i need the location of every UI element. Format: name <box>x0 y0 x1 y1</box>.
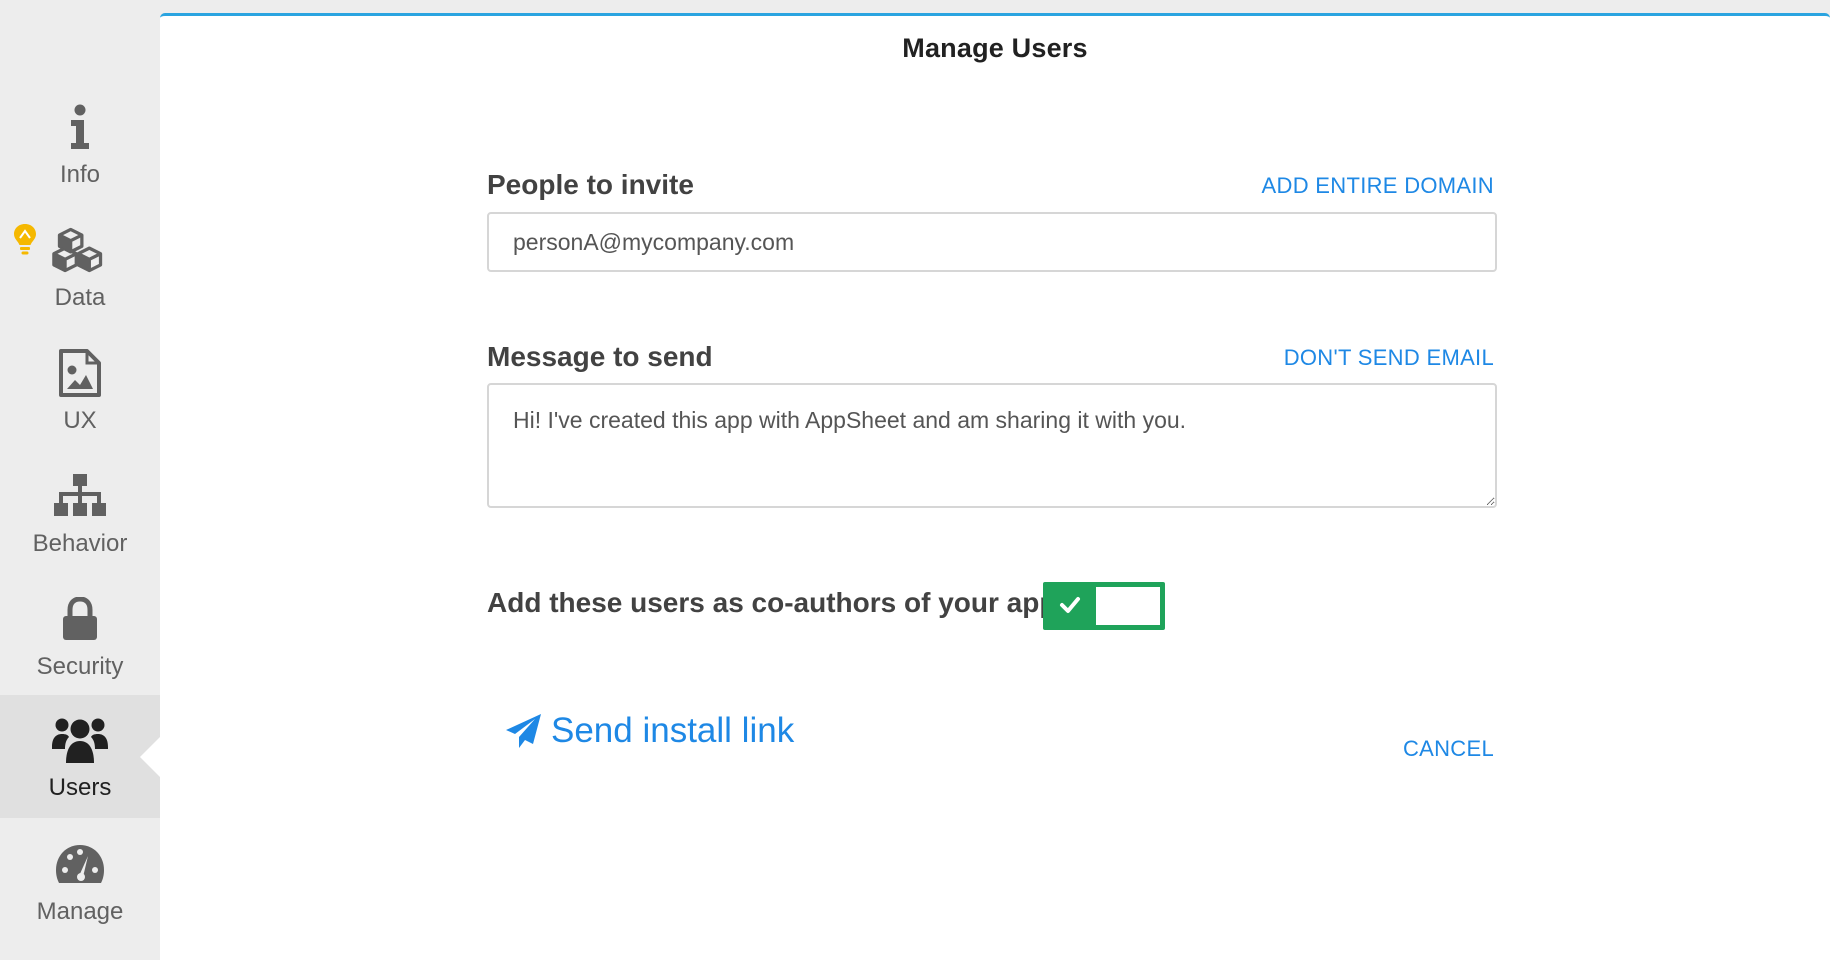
sidebar-item-security[interactable]: Security <box>0 574 160 697</box>
paper-plane-icon <box>505 713 543 749</box>
coauthors-label: Add these users as co-authors of your ap… <box>487 587 1057 618</box>
manage-users-panel: Manage Users People to invite ADD ENTIRE… <box>160 13 1830 960</box>
coauthors-toggle[interactable] <box>1043 582 1165 630</box>
send-install-link-label: Send install link <box>551 711 795 750</box>
users-icon <box>52 712 108 768</box>
info-icon <box>52 99 108 155</box>
send-install-link-button[interactable]: Send install link <box>505 711 794 751</box>
sidebar-item-label: Data <box>54 283 106 311</box>
check-icon <box>1059 594 1081 621</box>
sidebar-item-label: Security <box>36 652 124 680</box>
lightbulb-icon[interactable] <box>12 222 38 261</box>
sidebar-item-info[interactable]: Info <box>0 82 160 205</box>
lock-icon <box>52 591 108 647</box>
people-to-invite-label: People to invite <box>487 169 694 200</box>
sidebar-item-label: Behavior <box>32 529 128 557</box>
sidebar-item-label: Manage <box>36 897 124 925</box>
sidebar-item-manage[interactable]: Manage <box>0 819 160 942</box>
message-textarea[interactable]: Hi! I've created this app with AppSheet … <box>487 383 1497 508</box>
people-to-invite-input[interactable] <box>487 212 1497 272</box>
dashboard-icon <box>52 836 108 892</box>
sidebar-item-label: UX <box>63 406 97 434</box>
sidebar-item-label: Info <box>59 160 101 188</box>
sidebar-item-behavior[interactable]: Behavior <box>0 451 160 574</box>
sitemap-icon <box>52 468 108 524</box>
cancel-button[interactable]: CANCEL <box>1403 736 1494 762</box>
dont-send-email-link[interactable]: DON'T SEND EMAIL <box>1284 345 1494 371</box>
toggle-knob <box>1096 587 1160 625</box>
sidebar-item-ux[interactable]: UX <box>0 328 160 451</box>
add-entire-domain-link[interactable]: ADD ENTIRE DOMAIN <box>1262 173 1494 199</box>
cubes-icon <box>52 222 108 278</box>
sidebar: Info Data UX Behavior Security Users Man… <box>0 0 160 960</box>
sidebar-item-users[interactable]: Users <box>0 695 160 818</box>
sidebar-item-label: Users <box>48 773 112 801</box>
page-title: Manage Users <box>902 33 1088 63</box>
message-to-send-label: Message to send <box>487 341 713 372</box>
image-file-icon <box>52 345 108 401</box>
